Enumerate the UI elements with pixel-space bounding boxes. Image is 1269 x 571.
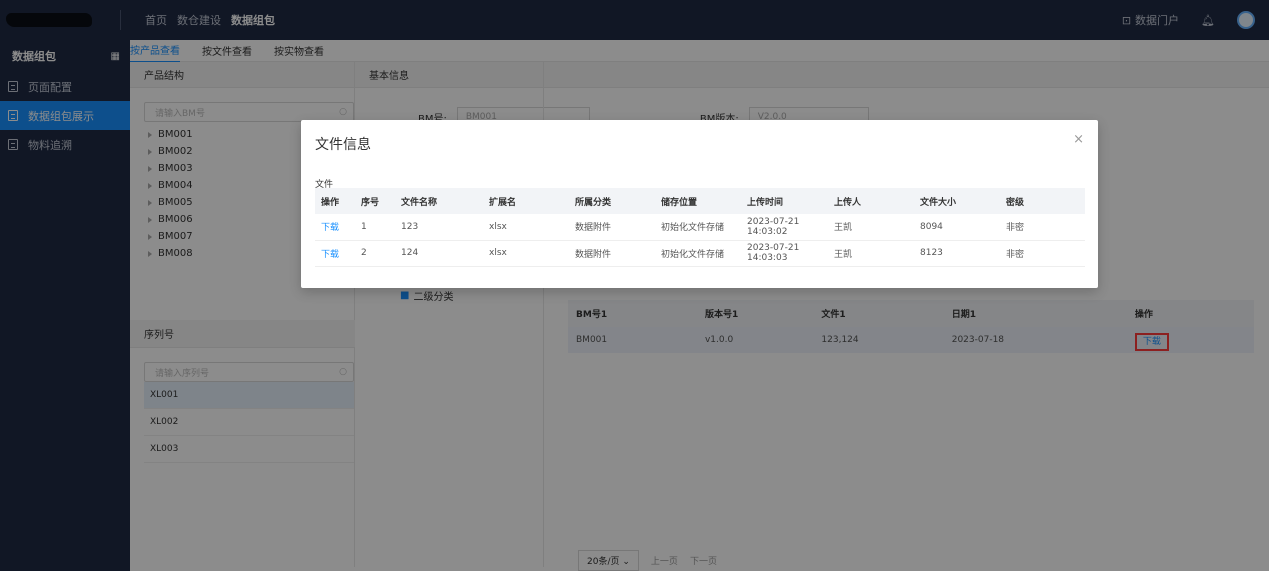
table-header-row: 操作 序号 文件名称 扩展名 所属分类 储存位置 上传时间 上传人 文件大小 密… [315, 188, 1085, 214]
file-table: 操作 序号 文件名称 扩展名 所属分类 储存位置 上传时间 上传人 文件大小 密… [315, 188, 1085, 267]
cell: 1 [355, 214, 395, 241]
cell: 8123 [914, 240, 1000, 267]
cell: 数据附件 [569, 214, 655, 241]
cell: 2 [355, 240, 395, 267]
table-row: 下载 2 124 xlsx 数据附件 初始化文件存储 2023-07-21 14… [315, 240, 1085, 267]
cell: 124 [395, 240, 483, 267]
col-header: 文件名称 [395, 188, 483, 214]
download-link[interactable]: 下载 [321, 223, 339, 233]
cell: 非密 [1000, 240, 1085, 267]
file-info-modal: 文件信息 × 文件 操作 序号 文件名称 扩展名 所属分类 储存位置 上传时间 … [301, 120, 1098, 288]
cell: 8094 [914, 214, 1000, 241]
table-row: 下载 1 123 xlsx 数据附件 初始化文件存储 2023-07-21 14… [315, 214, 1085, 241]
col-header: 所属分类 [569, 188, 655, 214]
col-header: 扩展名 [483, 188, 569, 214]
col-header: 密级 [1000, 188, 1085, 214]
col-header: 序号 [355, 188, 395, 214]
cell: 2023-07-21 14:03:03 [741, 240, 828, 267]
cell: 初始化文件存储 [655, 240, 741, 267]
cell: 123 [395, 214, 483, 241]
col-header: 储存位置 [655, 188, 741, 214]
cell: 王凯 [828, 214, 914, 241]
download-link[interactable]: 下载 [321, 250, 339, 260]
cell: xlsx [483, 240, 569, 267]
col-header: 文件大小 [914, 188, 1000, 214]
modal-title: 文件信息 [315, 137, 371, 153]
close-icon[interactable]: × [1073, 132, 1084, 147]
col-header: 操作 [315, 188, 355, 214]
cell: 王凯 [828, 240, 914, 267]
cell: 初始化文件存储 [655, 214, 741, 241]
cell: 数据附件 [569, 240, 655, 267]
cell: 非密 [1000, 214, 1085, 241]
col-header: 上传人 [828, 188, 914, 214]
cell: 2023-07-21 14:03:02 [741, 214, 828, 241]
cell: xlsx [483, 214, 569, 241]
cell: 下载 [315, 240, 355, 267]
cell: 下载 [315, 214, 355, 241]
col-header: 上传时间 [741, 188, 828, 214]
